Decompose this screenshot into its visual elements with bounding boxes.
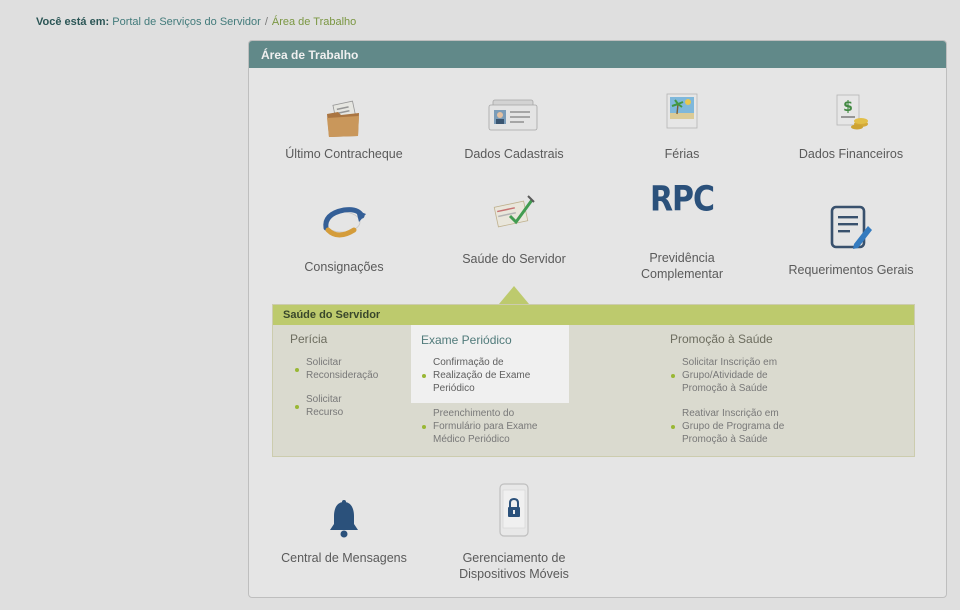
submenu-pointer <box>499 286 529 304</box>
beach-photo-icon <box>664 92 700 134</box>
tile-label: Central de Mensagens <box>281 551 407 565</box>
link-solicitar-recurso[interactable]: Solicitar Recurso <box>306 393 366 419</box>
bullet-icon <box>671 374 675 378</box>
bell-icon <box>327 498 361 542</box>
tile-dados-financeiros[interactable]: $ Dados Financeiros <box>786 90 916 170</box>
clipboard-check-icon <box>488 194 540 234</box>
tile-previdencia-complementar[interactable]: RPC Previdência Complementar <box>622 179 742 282</box>
breadcrumb-separator: / <box>264 16 268 28</box>
svg-text:$: $ <box>843 99 853 115</box>
tile-label: Previdência Complementar <box>641 251 723 281</box>
tile-label: Saúde do Servidor <box>462 252 566 266</box>
bullet-icon <box>295 368 299 372</box>
panel-title: Área de Trabalho <box>249 41 946 68</box>
tile-ultimo-contracheque[interactable]: Último Contracheque <box>274 90 414 170</box>
submenu-title: Saúde do Servidor <box>273 305 914 325</box>
tile-label: Dados Cadastrais <box>464 147 564 161</box>
breadcrumb: Você está em: Portal de Serviços do Serv… <box>36 16 356 28</box>
tile-label: Gerenciamento de Dispositivos Móveis <box>459 551 569 581</box>
tile-gerenciamento-dispositivos-moveis[interactable]: Gerenciamento de Dispositivos Móveis <box>444 480 584 581</box>
form-pencil-icon <box>828 204 874 256</box>
column-title-exame-periodico: Exame Periódico <box>421 333 512 347</box>
tile-label: Consignações <box>304 260 384 274</box>
link-confirmacao-exame-periodico[interactable]: Confirmação de Realização de Exame Perió… <box>433 356 543 395</box>
column-title-pericia: Perícia <box>290 332 328 346</box>
mobile-lock-icon <box>498 482 530 542</box>
breadcrumb-portal-link[interactable]: Portal de Serviços do Servidor <box>112 16 261 28</box>
tile-consignacoes[interactable]: Consignações <box>274 196 414 276</box>
money-bill-icon: $ <box>831 92 871 136</box>
tile-label: Último Contracheque <box>285 147 403 161</box>
tile-label: Requerimentos Gerais <box>788 263 914 277</box>
tile-ferias[interactable]: Férias <box>622 90 742 170</box>
bullet-icon <box>671 425 675 429</box>
tile-label: Férias <box>664 147 700 161</box>
breadcrumb-prefix: Você está em: <box>36 16 110 28</box>
rpc-logo-icon: RPC <box>649 179 715 220</box>
tile-requerimentos-gerais[interactable]: Requerimentos Gerais <box>786 200 916 280</box>
bullet-icon <box>422 374 426 378</box>
link-solicitar-reconsideracao[interactable]: Solicitar Reconsideração <box>306 356 396 382</box>
tile-saude-do-servidor[interactable]: Saúde do Servidor <box>444 190 584 270</box>
link-solicitar-inscricao-grupo[interactable]: Solicitar Inscrição em Grupo/Atividade d… <box>682 356 792 395</box>
bullet-icon <box>295 405 299 409</box>
folder-document-icon <box>324 98 364 142</box>
tile-dados-cadastrais[interactable]: Dados Cadastrais <box>444 90 584 170</box>
link-reativar-inscricao-grupo[interactable]: Reativar Inscrição em Grupo de Programa … <box>682 407 792 446</box>
breadcrumb-current: Área de Trabalho <box>271 16 357 28</box>
link-preenchimento-formulario[interactable]: Preenchimento do Formulário para Exame M… <box>433 407 553 446</box>
id-cards-icon <box>487 98 541 136</box>
bullet-icon <box>422 425 426 429</box>
orbit-arrow-icon <box>320 200 368 248</box>
tile-central-de-mensagens[interactable]: Central de Mensagens <box>274 494 414 574</box>
tile-label: Dados Financeiros <box>798 147 904 161</box>
column-title-promocao-saude: Promoção à Saúde <box>670 332 773 346</box>
